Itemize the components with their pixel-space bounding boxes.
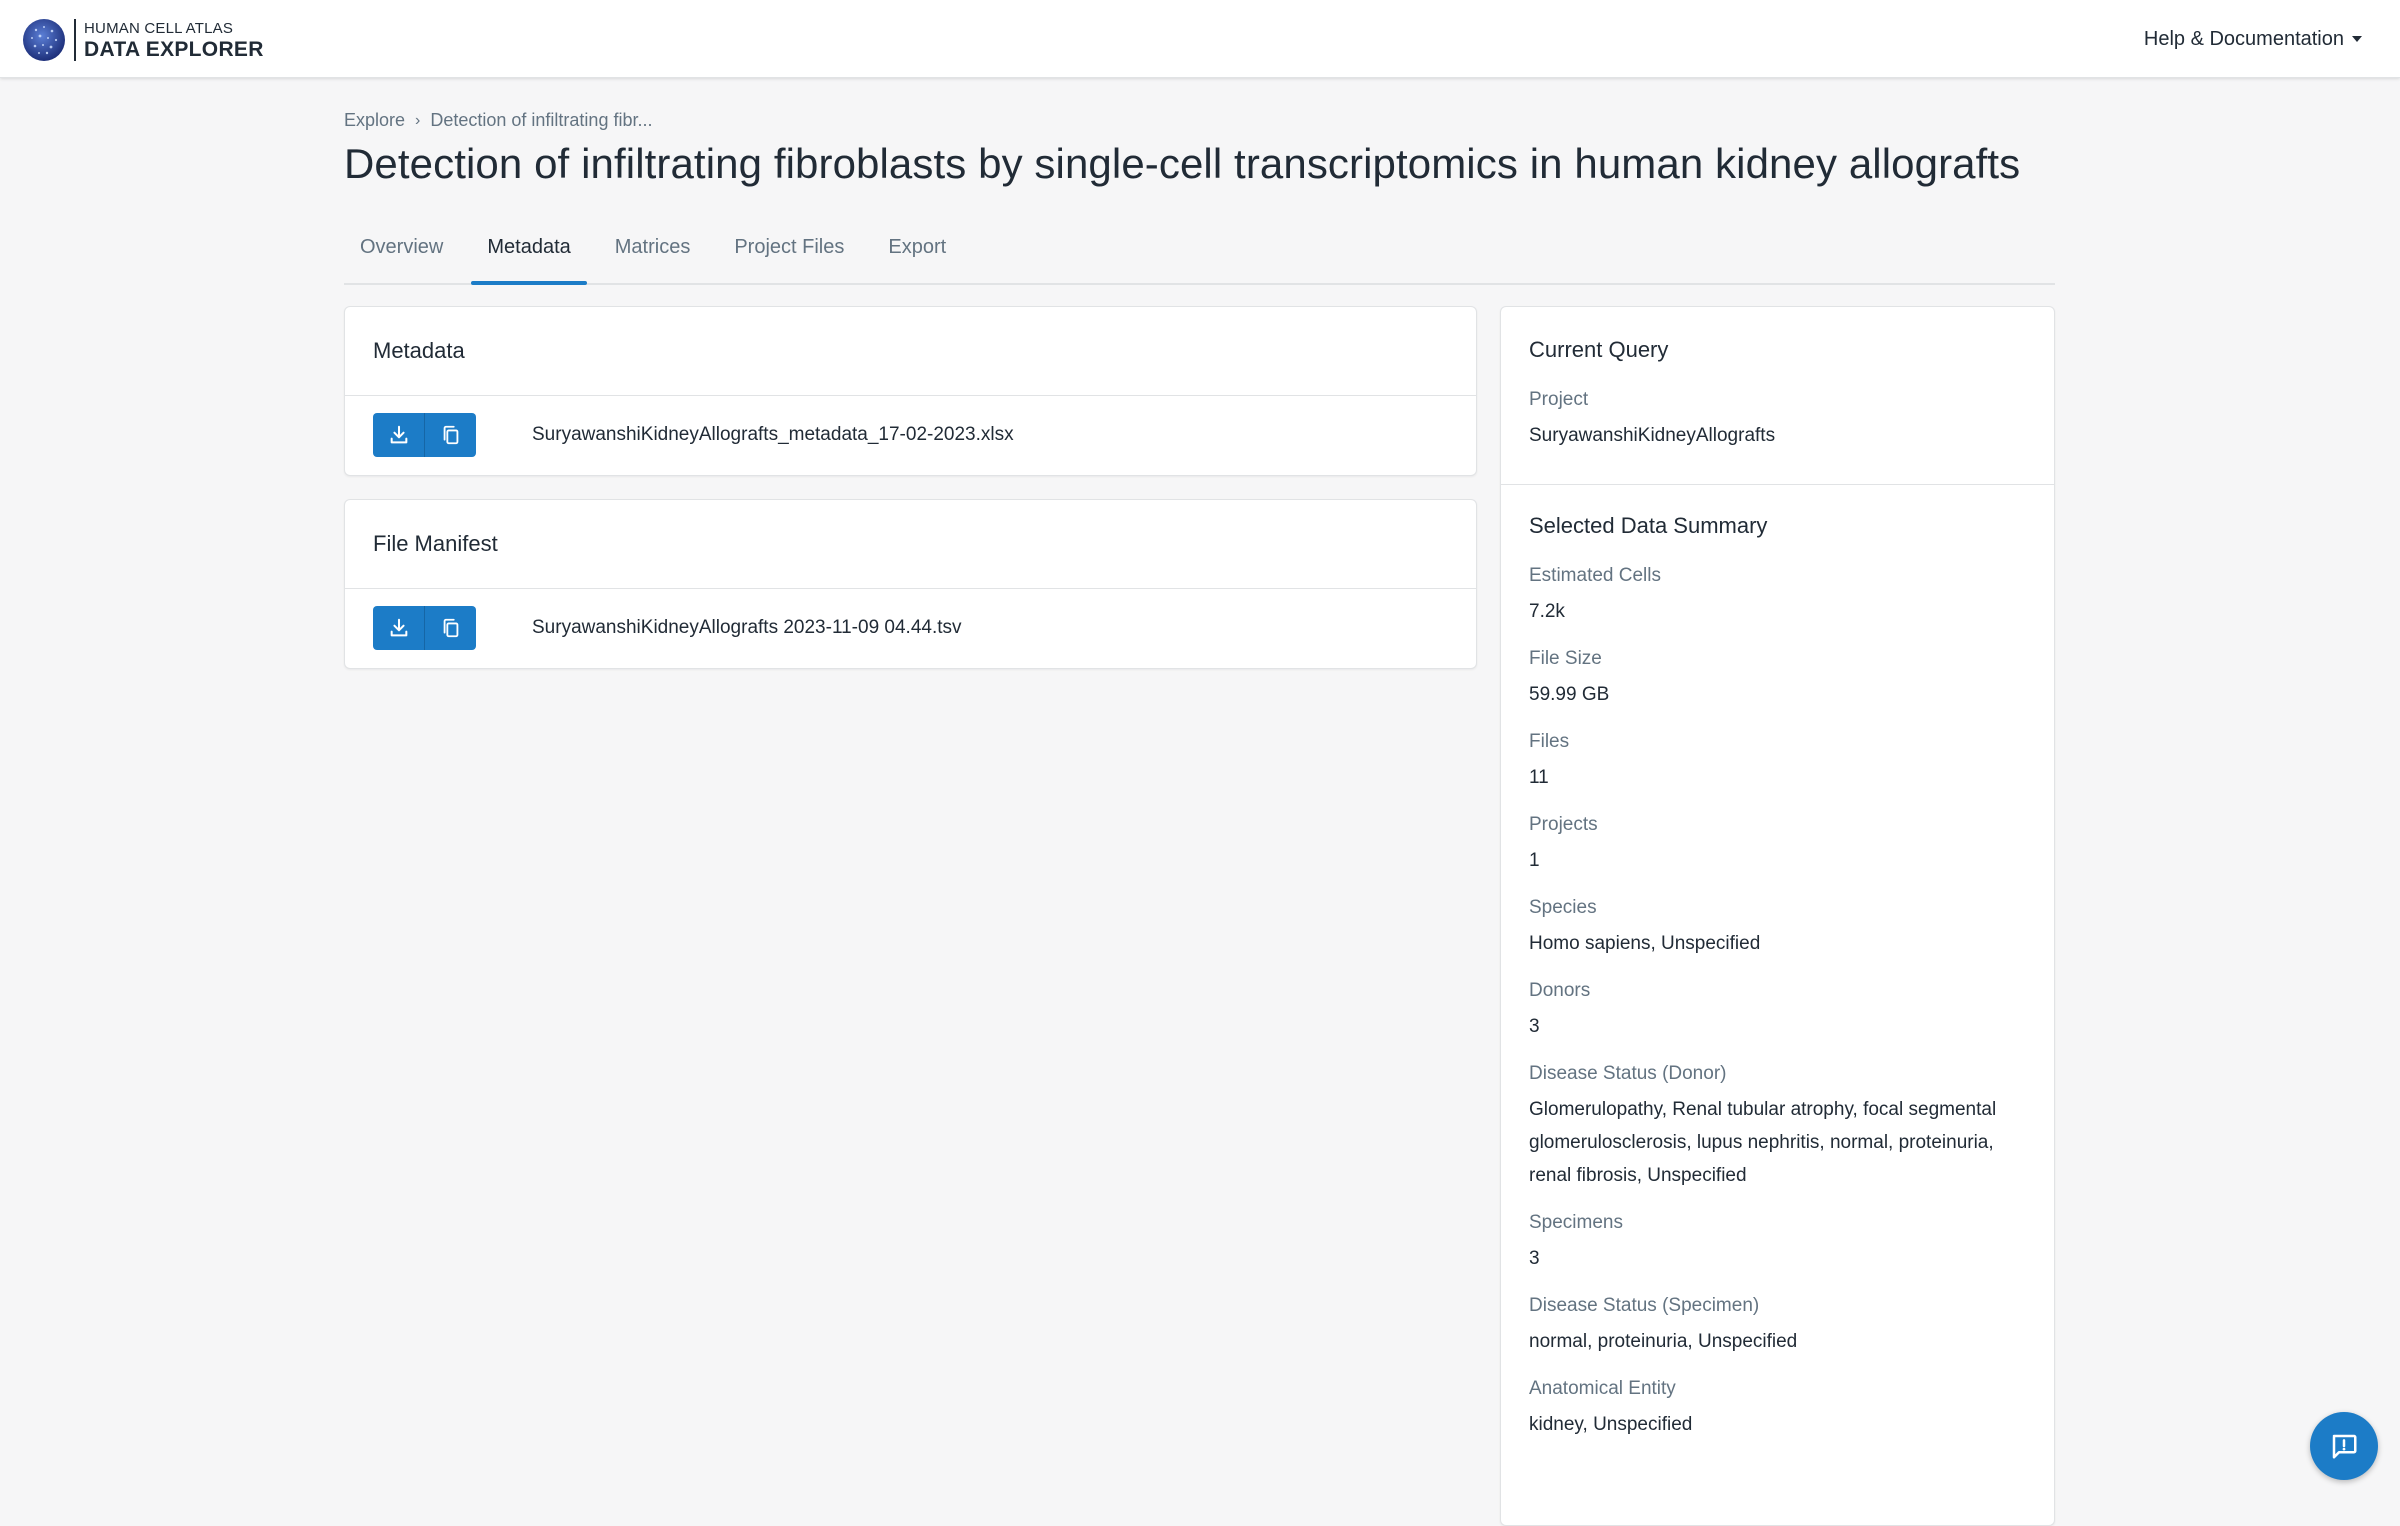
file-size-label: File Size (1529, 648, 1602, 669)
files-label: Files (1529, 731, 1570, 752)
logo-big-text: DATA EXPLORER (84, 37, 264, 61)
app-header: HUMAN CELL ATLAS DATA EXPLORER Help & Do… (0, 0, 2400, 78)
anatomical-entity-label: Anatomical Entity (1529, 1378, 1676, 1399)
disease-status-donor-label: Disease Status (Donor) (1529, 1063, 1727, 1084)
help-documentation-label: Help & Documentation (2143, 27, 2344, 50)
page-title: Detection of infiltrating fibroblasts by… (344, 140, 2021, 187)
file-size-value: 59.99 GB (1529, 684, 1610, 705)
manifest-copy-button[interactable] (425, 606, 476, 650)
logo-divider (74, 19, 76, 61)
manifest-download-button[interactable] (373, 606, 425, 650)
disease-status-specimen-value: normal, proteinuria, Unspecified (1529, 1331, 1798, 1352)
hca-logo[interactable]: HUMAN CELL ATLAS DATA EXPLORER (22, 17, 264, 63)
disease-status-specimen-label: Disease Status (Specimen) (1529, 1295, 1760, 1316)
selected-data-summary-section: Selected Data Summary Estimated Cells 7.… (1501, 485, 2054, 1441)
chevron-right-icon: › (415, 111, 421, 129)
manifest-actions (373, 606, 476, 650)
query-summary-panel: Current Query Project SuryawanshiKidneyA… (1500, 306, 2055, 1526)
tab-metadata[interactable]: Metadata (471, 224, 588, 285)
current-query-heading: Current Query (1529, 337, 1669, 362)
projects-label: Projects (1529, 814, 1598, 835)
estimated-cells-value: 7.2k (1529, 601, 1565, 622)
projects-value: 1 (1529, 850, 1540, 871)
metadata-card: Metadata SuryawanshiKidneyAllografts_met… (344, 306, 1477, 476)
logo-text: HUMAN CELL ATLAS DATA EXPLORER (84, 21, 264, 60)
globe-logo-icon (23, 19, 65, 61)
copy-icon (443, 618, 458, 638)
metadata-card-title: Metadata (345, 307, 1476, 396)
anatomical-entity-value: kidney, Unspecified (1529, 1414, 1693, 1435)
metadata-actions (373, 413, 476, 457)
file-manifest-card: File Manifest SuryawanshiKidneyAllograft… (344, 499, 1477, 669)
species-value: Homo sapiens, Unspecified (1529, 933, 1761, 954)
query-project-label: Project (1529, 389, 1589, 410)
breadcrumb: Explore › Detection of infiltrating fibr… (344, 110, 652, 131)
current-query-section: Current Query Project SuryawanshiKidneyA… (1501, 307, 2054, 485)
logo-small-text: HUMAN CELL ATLAS (84, 19, 234, 37)
donors-label: Donors (1529, 980, 1591, 1001)
specimens-value: 3 (1529, 1248, 1540, 1269)
manifest-file-name: SuryawanshiKidneyAllografts 2023-11-09 0… (532, 617, 962, 638)
breadcrumb-explore-link[interactable]: Explore (344, 110, 405, 131)
tab-overview[interactable]: Overview (344, 224, 459, 270)
feedback-icon (2332, 1434, 2357, 1459)
feedback-button[interactable] (2310, 1412, 2378, 1480)
file-manifest-card-title: File Manifest (345, 500, 1476, 589)
metadata-download-button[interactable] (373, 413, 425, 457)
metadata-copy-button[interactable] (425, 413, 476, 457)
caret-down-icon (2352, 36, 2362, 42)
download-icon (390, 425, 407, 444)
specimens-label: Specimens (1529, 1212, 1623, 1233)
tab-export[interactable]: Export (872, 224, 962, 270)
project-tabs: Overview Metadata Matrices Project Files… (344, 224, 2055, 285)
copy-icon (443, 425, 458, 445)
query-project-value: SuryawanshiKidneyAllografts (1529, 425, 1776, 446)
tab-matrices[interactable]: Matrices (599, 224, 707, 270)
download-icon (390, 618, 407, 637)
files-value: 11 (1529, 767, 1549, 788)
manifest-file-row: SuryawanshiKidneyAllografts 2023-11-09 0… (345, 589, 1476, 667)
metadata-file-row: SuryawanshiKidneyAllografts_metadata_17-… (345, 396, 1476, 474)
disease-status-donor-value: Glomerulopathy, Renal tubular atrophy, f… (1529, 1099, 1997, 1186)
donors-value: 3 (1529, 1016, 1540, 1037)
breadcrumb-current: Detection of infiltrating fibr... (430, 110, 653, 130)
help-documentation-menu[interactable]: Help & Documentation (2144, 24, 2362, 54)
metadata-file-name: SuryawanshiKidneyAllografts_metadata_17-… (532, 424, 1014, 445)
summary-heading: Selected Data Summary (1529, 513, 1768, 538)
tab-project-files[interactable]: Project Files (718, 224, 860, 270)
estimated-cells-label: Estimated Cells (1529, 565, 1661, 586)
species-label: Species (1529, 897, 1597, 918)
